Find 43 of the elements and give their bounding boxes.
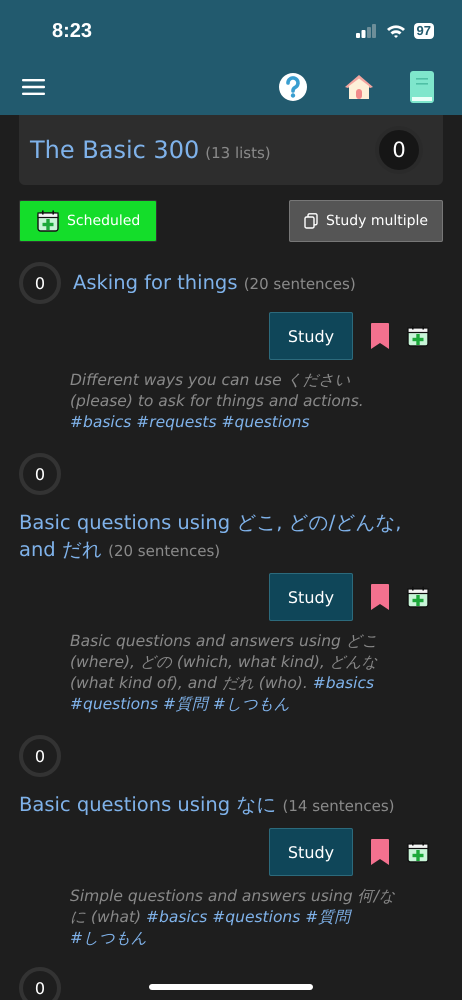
tag-link[interactable]: #requests	[136, 413, 217, 431]
tag-link[interactable]: #basics	[70, 413, 132, 431]
bookmark-icon[interactable]	[371, 584, 389, 610]
list-description: Basic questions and answers using どこ (where), どの (which, what kind), どんな (what kind of), and だれ (who). #basics #questions #質問 #しつもん	[70, 631, 379, 715]
list-title[interactable]: Basic questions using なに (14 sentences)	[19, 791, 443, 820]
tag-link[interactable]: #questions	[212, 908, 300, 926]
tag-link[interactable]: #basics	[312, 674, 374, 692]
calendar-plus-icon	[37, 210, 59, 232]
tag-link[interactable]: #質問	[162, 695, 208, 713]
list-description: Simple questions and answers using 何/なに (what) #basics #questions #質問 #しつもん	[70, 886, 396, 949]
help-icon[interactable]	[278, 72, 308, 102]
list-title[interactable]: Basic questions using どこ, どの/どんな, and だれ (20 sentences)	[19, 509, 443, 565]
progress-counter: 0	[19, 453, 61, 495]
progress-counter: 0	[19, 967, 61, 1000]
progress-counter: 0	[19, 735, 61, 777]
list-title[interactable]: Asking for things (20 sentences)	[73, 268, 356, 298]
progress-counter: 0	[375, 126, 423, 174]
calendar-plus-icon[interactable]	[407, 841, 429, 863]
menu-icon[interactable]	[22, 78, 46, 96]
study-button[interactable]: Study	[269, 828, 353, 876]
tag-link[interactable]: #basics	[146, 908, 208, 926]
status-time: 8:23	[52, 20, 92, 42]
study-multiple-button[interactable]: Study multiple	[288, 200, 443, 242]
tag-link[interactable]: #questions	[222, 413, 310, 431]
study-button[interactable]: Study	[269, 573, 353, 621]
tag-link[interactable]: #しつもん	[212, 695, 290, 713]
calendar-plus-icon[interactable]	[407, 586, 429, 608]
battery-level: 97	[414, 23, 434, 39]
progress-counter: 0	[19, 262, 61, 304]
tag-link[interactable]: #しつもん	[70, 929, 147, 947]
bookmark-icon[interactable]	[371, 839, 389, 865]
tag-link[interactable]: #質問	[305, 908, 350, 926]
list-description: Different ways you can use ください (please) to ask for things and actions. #basics #requests #questions	[70, 370, 365, 433]
collection-title[interactable]: The Basic 300	[30, 136, 200, 164]
calendar-plus-icon[interactable]	[407, 325, 429, 347]
list-count: (13 lists)	[205, 144, 271, 162]
copy-icon	[304, 213, 318, 229]
tag-link[interactable]: #questions	[70, 695, 158, 713]
bookmark-icon[interactable]	[371, 323, 389, 349]
study-button[interactable]: Study	[269, 312, 353, 360]
house-icon[interactable]	[344, 74, 374, 100]
signal-icon	[356, 24, 376, 38]
wifi-icon	[386, 24, 406, 38]
